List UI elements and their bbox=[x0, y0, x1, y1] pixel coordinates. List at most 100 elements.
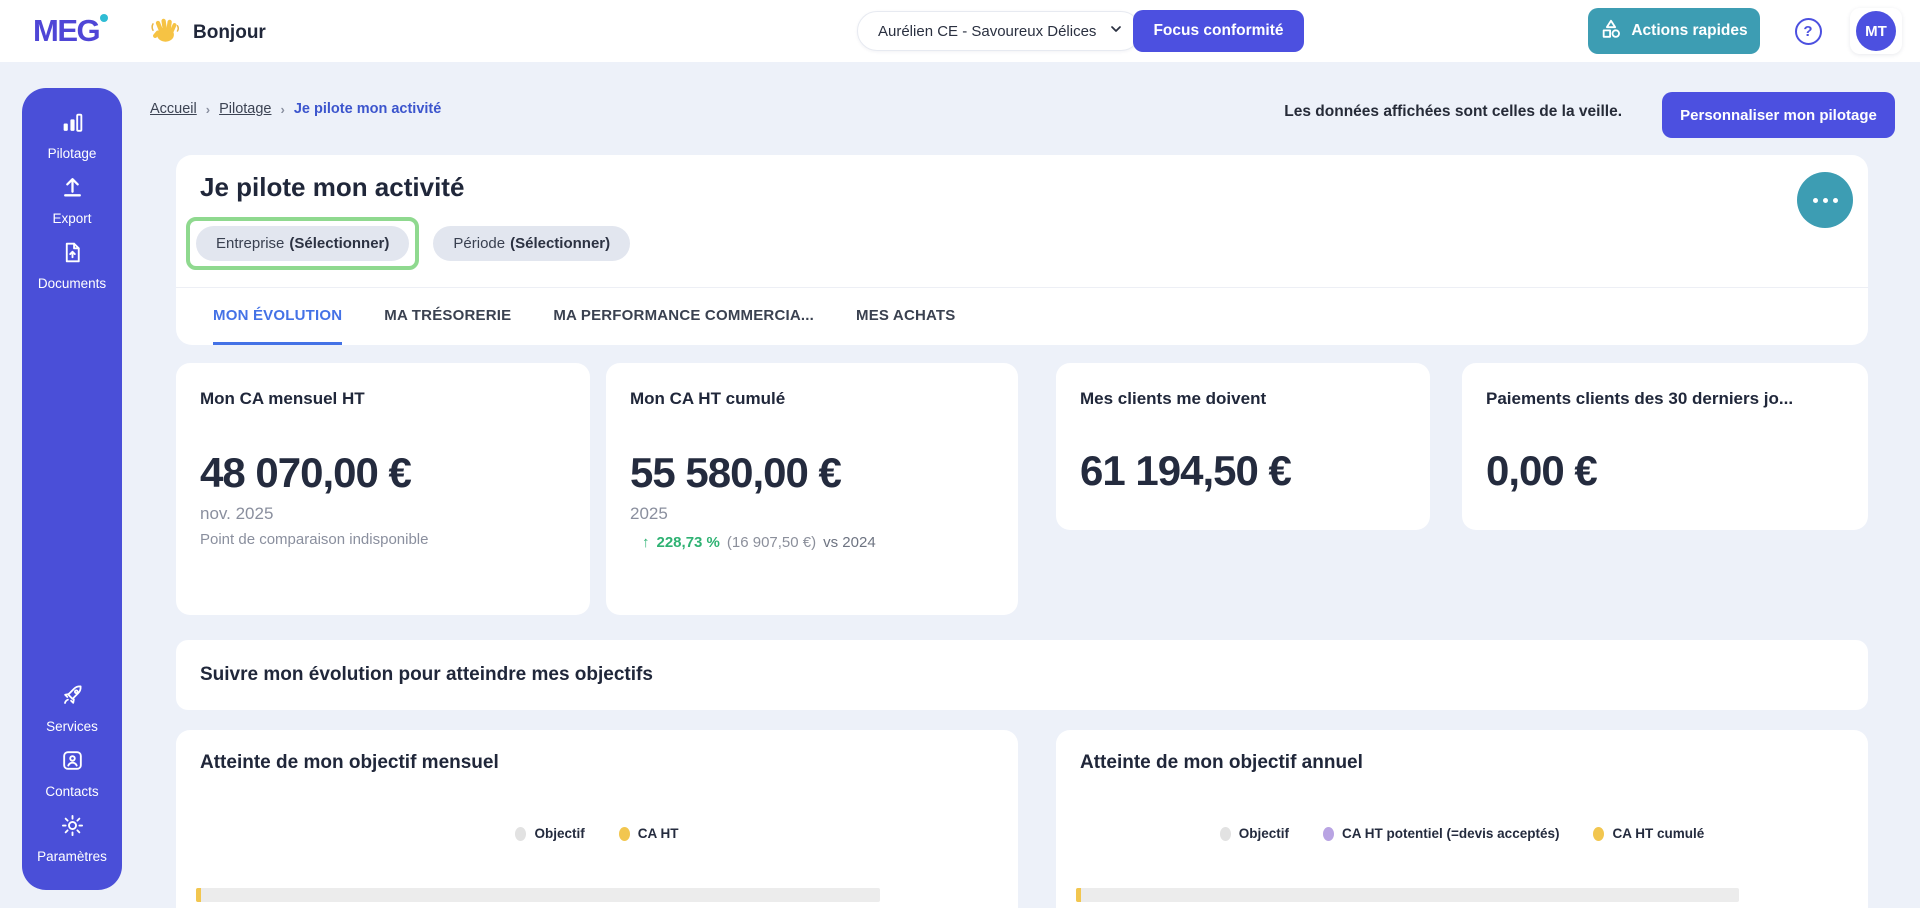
chip-action: (Sélectionner) bbox=[510, 235, 611, 252]
document-icon bbox=[60, 240, 85, 270]
legend-item-ca-ht[interactable]: CA HT bbox=[618, 826, 679, 841]
filter-chip-entreprise[interactable]: Entreprise (Sélectionner) bbox=[196, 226, 410, 261]
annual-progress-bar bbox=[1076, 888, 1739, 902]
metric-title: Mes clients me doivent bbox=[1080, 389, 1267, 408]
breadcrumb-current: Je pilote mon activité bbox=[293, 101, 442, 117]
chevron-down-icon bbox=[1108, 21, 1124, 42]
gear-icon bbox=[60, 813, 85, 843]
legend-label: Objectif bbox=[534, 826, 585, 841]
focus-conformite-label: Focus conformité bbox=[1153, 22, 1284, 39]
delta-percent: 228,73 % bbox=[656, 534, 720, 551]
metric-card-paiements-clients: Paiements clients des 30 derniers jo... … bbox=[1462, 363, 1868, 530]
metric-title: Paiements clients des 30 derniers jo... bbox=[1486, 389, 1794, 408]
delta-versus: vs 2024 bbox=[823, 534, 876, 551]
more-options-button[interactable] bbox=[1797, 172, 1853, 228]
chip-label: Période bbox=[453, 235, 506, 252]
metric-card-ca-cumule: Mon CA HT cumulé 55 580,00 € 2025 ↑ 228,… bbox=[606, 363, 1018, 615]
breadcrumb-accueil[interactable]: Accueil bbox=[150, 101, 197, 117]
quick-actions-button[interactable]: Actions rapides bbox=[1588, 8, 1760, 54]
sidebar: Pilotage Export Documents Services Conta… bbox=[22, 88, 122, 890]
chevron-right-icon: › bbox=[280, 101, 285, 117]
legend-label: CA HT potentiel (=devis acceptés) bbox=[1342, 826, 1560, 841]
legend-label: CA HT bbox=[637, 826, 679, 841]
metric-title: Mon CA HT cumulé bbox=[630, 389, 786, 408]
filter-chips: Entreprise (Sélectionner) Période (Sélec… bbox=[186, 217, 631, 270]
company-selector-value: Aurélien CE - Savoureux Délices bbox=[878, 22, 1097, 40]
sidebar-label: Pilotage bbox=[47, 146, 97, 161]
arrow-up-icon: ↑ bbox=[642, 534, 650, 551]
logo-dot-icon bbox=[100, 14, 109, 22]
upload-icon bbox=[60, 175, 85, 205]
sidebar-item-contacts[interactable]: Contacts bbox=[22, 748, 122, 799]
legend-dot-icon bbox=[515, 826, 527, 841]
help-button[interactable]: ? bbox=[1786, 11, 1830, 51]
shapes-icon bbox=[1600, 18, 1622, 45]
activity-panel: Je pilote mon activité Entreprise (Sélec… bbox=[176, 155, 1868, 345]
legend-item-objectif[interactable]: Objectif bbox=[515, 826, 585, 841]
greeting-text: Bonjour bbox=[193, 21, 266, 43]
legend-dot-icon bbox=[1593, 826, 1605, 841]
legend-label: CA HT cumulé bbox=[1612, 826, 1705, 841]
sidebar-item-parametres[interactable]: Paramètres bbox=[22, 813, 122, 864]
metric-value: 55 580,00 € bbox=[630, 449, 842, 496]
metric-delta: ↑ 228,73 % (16 907,50 €) vs 2024 bbox=[630, 534, 994, 551]
avatar: MT bbox=[1856, 11, 1896, 51]
data-freshness-notice: Les données affichées sont celles de la … bbox=[1284, 103, 1622, 120]
legend-dot-icon bbox=[618, 826, 630, 841]
greeting: Bonjour bbox=[150, 15, 266, 50]
sidebar-label: Documents bbox=[37, 276, 107, 291]
waving-hand-icon bbox=[150, 15, 180, 50]
section-title: Suivre mon évolution pour atteindre mes … bbox=[200, 664, 653, 685]
bar-chart-icon bbox=[60, 110, 85, 140]
contact-card-icon bbox=[60, 748, 85, 778]
chart-legend: Objectif CA HT bbox=[176, 826, 1018, 841]
metric-period: 2025 bbox=[630, 504, 668, 523]
legend-item-objectif[interactable]: Objectif bbox=[1219, 826, 1290, 841]
delta-amount: (16 907,50 €) bbox=[726, 534, 817, 551]
ellipsis-icon bbox=[1812, 197, 1818, 203]
personalize-button[interactable]: Personnaliser mon pilotage bbox=[1662, 92, 1895, 138]
entreprise-chip-highlight: Entreprise (Sélectionner) bbox=[186, 217, 420, 270]
sidebar-item-pilotage[interactable]: Pilotage bbox=[22, 110, 122, 161]
metric-value: 0,00 € bbox=[1486, 447, 1598, 494]
sidebar-top-group: Pilotage Export Documents bbox=[22, 110, 122, 291]
company-selector[interactable]: Aurélien CE - Savoureux Délices bbox=[857, 11, 1142, 51]
legend-item-ca-ht-potentiel[interactable]: CA HT potentiel (=devis acceptés) bbox=[1323, 826, 1559, 841]
top-header: MEG Bonjour Aurélien CE - Savoureux Déli… bbox=[0, 0, 1920, 62]
legend-label: Objectif bbox=[1238, 826, 1290, 841]
metric-card-ca-mensuel: Mon CA mensuel HT 48 070,00 € nov. 2025 … bbox=[176, 363, 590, 615]
quick-actions-label: Actions rapides bbox=[1631, 22, 1748, 39]
metric-card-clients-doivent: Mes clients me doivent 61 194,50 € bbox=[1056, 363, 1430, 530]
sidebar-item-services[interactable]: Services bbox=[22, 683, 122, 734]
breadcrumb: Accueil › Pilotage › Je pilote mon activ… bbox=[150, 101, 441, 117]
sidebar-label: Services bbox=[46, 719, 98, 734]
filter-chip-periode[interactable]: Période (Sélectionner) bbox=[433, 226, 631, 261]
help-icon: ? bbox=[1794, 17, 1822, 45]
metric-title: Mon CA mensuel HT bbox=[200, 389, 365, 408]
monthly-objective-card: Atteinte de mon objectif mensuel Objecti… bbox=[176, 730, 1018, 908]
sidebar-label: Contacts bbox=[45, 784, 99, 799]
meg-logo[interactable]: MEG bbox=[33, 13, 109, 49]
chart-legend: Objectif CA HT potentiel (=devis accepté… bbox=[1056, 826, 1868, 841]
sidebar-item-documents[interactable]: Documents bbox=[22, 240, 122, 291]
breadcrumb-pilotage[interactable]: Pilotage bbox=[219, 101, 271, 117]
user-menu-button[interactable]: MT bbox=[1850, 8, 1902, 54]
sidebar-label: Paramètres bbox=[37, 849, 107, 864]
metric-value: 61 194,50 € bbox=[1080, 447, 1292, 494]
tab-ma-tresorerie[interactable]: MA TRÉSORERIE bbox=[384, 288, 511, 345]
legend-item-ca-ht-cumule[interactable]: CA HT cumulé bbox=[1593, 826, 1704, 841]
meg-logo-text: MEG bbox=[33, 13, 101, 48]
focus-conformite-button[interactable]: Focus conformité bbox=[1133, 10, 1304, 52]
sidebar-bottom-group: Services Contacts Paramètres bbox=[22, 683, 122, 864]
monthly-progress-fill bbox=[196, 888, 201, 902]
tab-ma-performance-commerciale[interactable]: MA PERFORMANCE COMMERCIA... bbox=[553, 288, 814, 345]
metric-period: nov. 2025 bbox=[200, 504, 274, 523]
tab-mon-evolution[interactable]: MON ÉVOLUTION bbox=[213, 288, 343, 345]
tab-mes-achats[interactable]: MES ACHATS bbox=[856, 288, 956, 345]
personalize-button-label: Personnaliser mon pilotage bbox=[1680, 106, 1877, 124]
metric-value: 48 070,00 € bbox=[200, 449, 412, 496]
chart-title: Atteinte de mon objectif mensuel bbox=[200, 752, 499, 773]
tabs: MON ÉVOLUTION MA TRÉSORERIE MA PERFORMAN… bbox=[176, 287, 1868, 345]
legend-dot-icon bbox=[1219, 826, 1231, 841]
sidebar-item-export[interactable]: Export bbox=[22, 175, 122, 226]
